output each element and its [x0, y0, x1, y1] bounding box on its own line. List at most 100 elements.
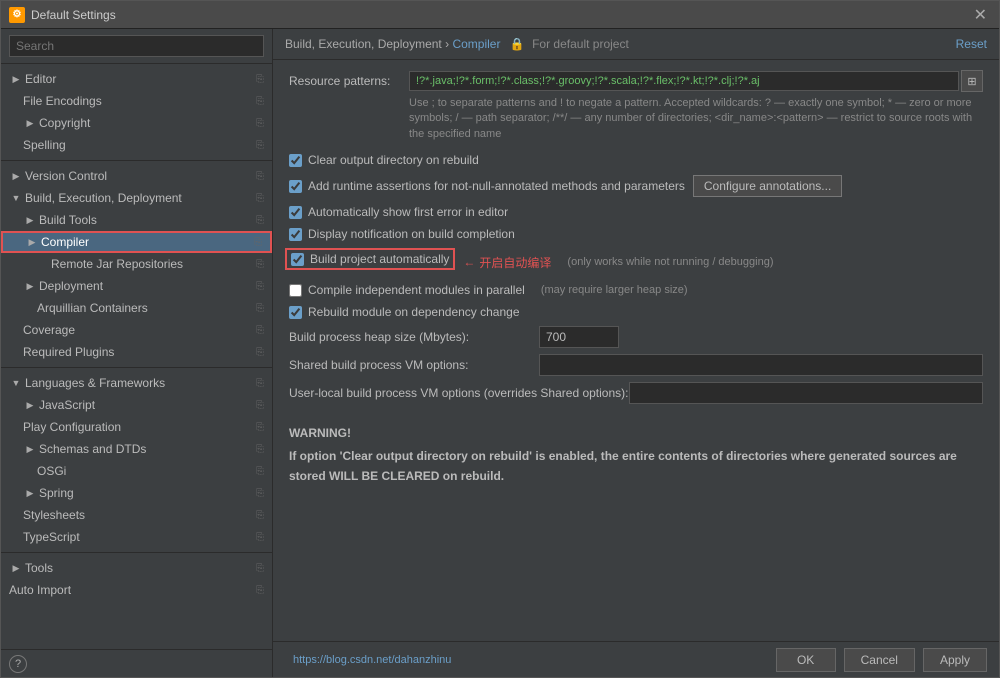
footer-url: https://blog.csdn.net/dahanzhinu: [293, 654, 451, 666]
arrow-icon: ▶: [23, 486, 37, 500]
app-icon: ⚙: [9, 7, 25, 23]
sidebar-item-schemas-and-dtds[interactable]: ▶ Schemas and DTDs ⎘: [1, 438, 272, 460]
arrow-icon: ▶: [23, 116, 37, 130]
sidebar-item-compiler[interactable]: ▶ Compiler ⎘: [1, 231, 272, 253]
sidebar-item-typescript[interactable]: TypeScript ⎘: [1, 526, 272, 548]
cancel-button[interactable]: Cancel: [844, 648, 915, 672]
resource-patterns-input[interactable]: [409, 71, 959, 91]
sidebar-item-spring[interactable]: ▶ Spring ⎘: [1, 482, 272, 504]
arrow-icon: ▶: [23, 279, 37, 293]
compile-independent-note: (may require larger heap size): [541, 284, 688, 296]
sidebar-item-version-control[interactable]: ▶ Version Control ⎘: [1, 165, 272, 187]
copy-icon: ⎘: [256, 215, 264, 226]
user-local-vm-input[interactable]: [629, 382, 984, 404]
breadcrumb: Build, Execution, Deployment › Compiler …: [285, 37, 629, 51]
sidebar-item-arquillian-containers[interactable]: Arquillian Containers ⎘: [1, 297, 272, 319]
copy-icon: ⎘: [256, 259, 264, 270]
copy-icon: ⎘: [256, 378, 264, 389]
shared-vm-input[interactable]: [539, 354, 983, 376]
add-runtime-row: Add runtime assertions for not-null-anno…: [289, 174, 983, 198]
add-runtime-label: Add runtime assertions for not-null-anno…: [308, 179, 685, 193]
sidebar-item-label: Tools: [25, 561, 53, 575]
clear-output-row: Clear output directory on rebuild: [289, 152, 983, 168]
warning-box: WARNING! If option 'Clear output directo…: [289, 424, 983, 486]
display-notification-row: Display notification on build completion: [289, 226, 983, 242]
compile-independent-checkbox[interactable]: [289, 284, 302, 297]
sidebar-item-coverage[interactable]: Coverage ⎘: [1, 319, 272, 341]
sidebar-item-label: OSGi: [37, 464, 66, 478]
main-window: ⚙ Default Settings ✕ ▶ Editor ⎘ File Enc…: [0, 0, 1000, 678]
sidebar-item-label: Stylesheets: [23, 508, 85, 522]
resource-patterns-label: Resource patterns:: [289, 74, 409, 88]
shared-vm-row: Shared build process VM options:: [289, 354, 983, 376]
sidebar-item-tools[interactable]: ▶ Tools ⎘: [1, 557, 272, 579]
heap-size-row: Build process heap size (Mbytes):: [289, 326, 983, 348]
heap-size-input[interactable]: [539, 326, 619, 348]
add-runtime-checkbox[interactable]: [289, 180, 302, 193]
close-button[interactable]: ✕: [970, 5, 991, 25]
arrow-icon: ▶: [23, 442, 37, 456]
copy-icon: ⎘: [256, 74, 264, 85]
sidebar-item-remote-jar-repositories[interactable]: Remote Jar Repositories ⎘: [1, 253, 272, 275]
show-first-error-checkbox[interactable]: [289, 206, 302, 219]
clear-output-label: Clear output directory on rebuild: [308, 153, 479, 167]
configure-annotations-button[interactable]: Configure annotations...: [693, 175, 842, 197]
shared-vm-label: Shared build process VM options:: [289, 358, 539, 372]
breadcrumb-build: Build, Execution, Deployment: [285, 37, 442, 51]
sidebar-item-required-plugins[interactable]: Required Plugins ⎘: [1, 341, 272, 363]
copy-icon: ⎘: [256, 585, 264, 596]
sidebar-item-javascript[interactable]: ▶ JavaScript ⎘: [1, 394, 272, 416]
sidebar-item-spelling[interactable]: Spelling ⎘: [1, 134, 272, 156]
sidebar-bottom: ?: [1, 649, 272, 677]
copy-icon: ⎘: [256, 488, 264, 499]
sidebar-item-auto-import[interactable]: Auto Import ⎘: [1, 579, 272, 601]
copy-icon: ⎘: [256, 171, 264, 182]
help-button[interactable]: ?: [9, 655, 27, 673]
build-automatically-note: (only works while not running / debuggin…: [567, 256, 773, 268]
sidebar-item-editor[interactable]: ▶ Editor ⎘: [1, 68, 272, 90]
copy-icon: ⎘: [256, 466, 264, 477]
copy-icon: ⎘: [256, 444, 264, 455]
ok-button[interactable]: OK: [776, 648, 836, 672]
sidebar-item-label: Version Control: [25, 169, 107, 183]
copy-icon: ⎘: [256, 118, 264, 129]
copy-icon: ⎘: [256, 400, 264, 411]
sidebar-item-label: Copyright: [39, 116, 90, 130]
copy-icon: ⎘: [256, 193, 264, 204]
sidebar-item-label: Spelling: [23, 138, 66, 152]
show-first-error-label: Automatically show first error in editor: [308, 205, 508, 219]
arrow-icon: ▶: [23, 398, 37, 412]
sidebar-item-build-execution-deployment[interactable]: ▼ Build, Execution, Deployment ⎘: [1, 187, 272, 209]
arrow-icon: ▶: [9, 72, 23, 86]
sidebar-item-copyright[interactable]: ▶ Copyright ⎘: [1, 112, 272, 134]
sidebar-item-osgi[interactable]: OSGi ⎘: [1, 460, 272, 482]
sidebar-item-deployment[interactable]: ▶ Deployment ⎘: [1, 275, 272, 297]
build-automatically-row: Build project automatically 开启自动编译 (only…: [289, 248, 983, 276]
arrow-down-icon: ▼: [9, 191, 23, 205]
sidebar-item-play-configuration[interactable]: Play Configuration ⎘: [1, 416, 272, 438]
clear-output-checkbox[interactable]: [289, 154, 302, 167]
rebuild-module-checkbox[interactable]: [289, 306, 302, 319]
sidebar-item-build-tools[interactable]: ▶ Build Tools ⎘: [1, 209, 272, 231]
resource-browse-button[interactable]: ⊞: [961, 70, 983, 92]
sidebar-item-languages-frameworks[interactable]: ▼ Languages & Frameworks ⎘: [1, 372, 272, 394]
copy-icon: ⎘: [256, 563, 264, 574]
sidebar-item-stylesheets[interactable]: Stylesheets ⎘: [1, 504, 272, 526]
sidebar-item-label: Build, Execution, Deployment: [25, 191, 182, 205]
sidebar-item-file-encodings[interactable]: File Encodings ⎘: [1, 90, 272, 112]
search-input[interactable]: [9, 35, 264, 57]
breadcrumb-for-label: For default project: [532, 37, 629, 51]
build-automatically-label: Build project automatically: [310, 252, 449, 266]
display-notification-label: Display notification on build completion: [308, 227, 515, 241]
right-panel: Build, Execution, Deployment › Compiler …: [273, 29, 999, 677]
apply-button[interactable]: Apply: [923, 648, 987, 672]
copy-icon: ⎘: [256, 422, 264, 433]
reset-link[interactable]: Reset: [956, 37, 987, 51]
sidebar-item-label: Spring: [39, 486, 74, 500]
display-notification-checkbox[interactable]: [289, 228, 302, 241]
user-local-vm-label: User-local build process VM options (ove…: [289, 386, 629, 400]
copy-icon: ⎘: [254, 237, 262, 248]
title-bar: ⚙ Default Settings ✕: [1, 1, 999, 29]
copy-icon: ⎘: [256, 140, 264, 151]
build-automatically-checkbox[interactable]: [291, 253, 304, 266]
